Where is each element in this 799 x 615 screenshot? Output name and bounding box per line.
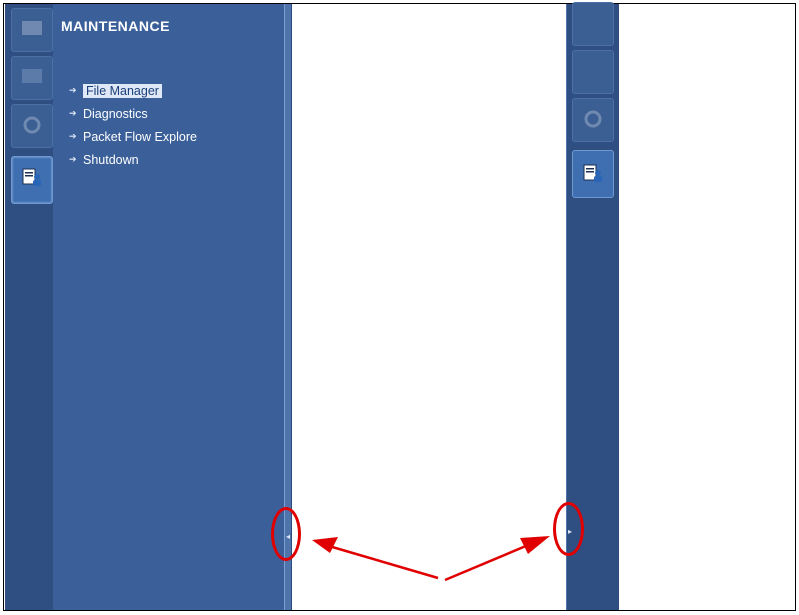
annotation-arrows	[312, 536, 550, 582]
